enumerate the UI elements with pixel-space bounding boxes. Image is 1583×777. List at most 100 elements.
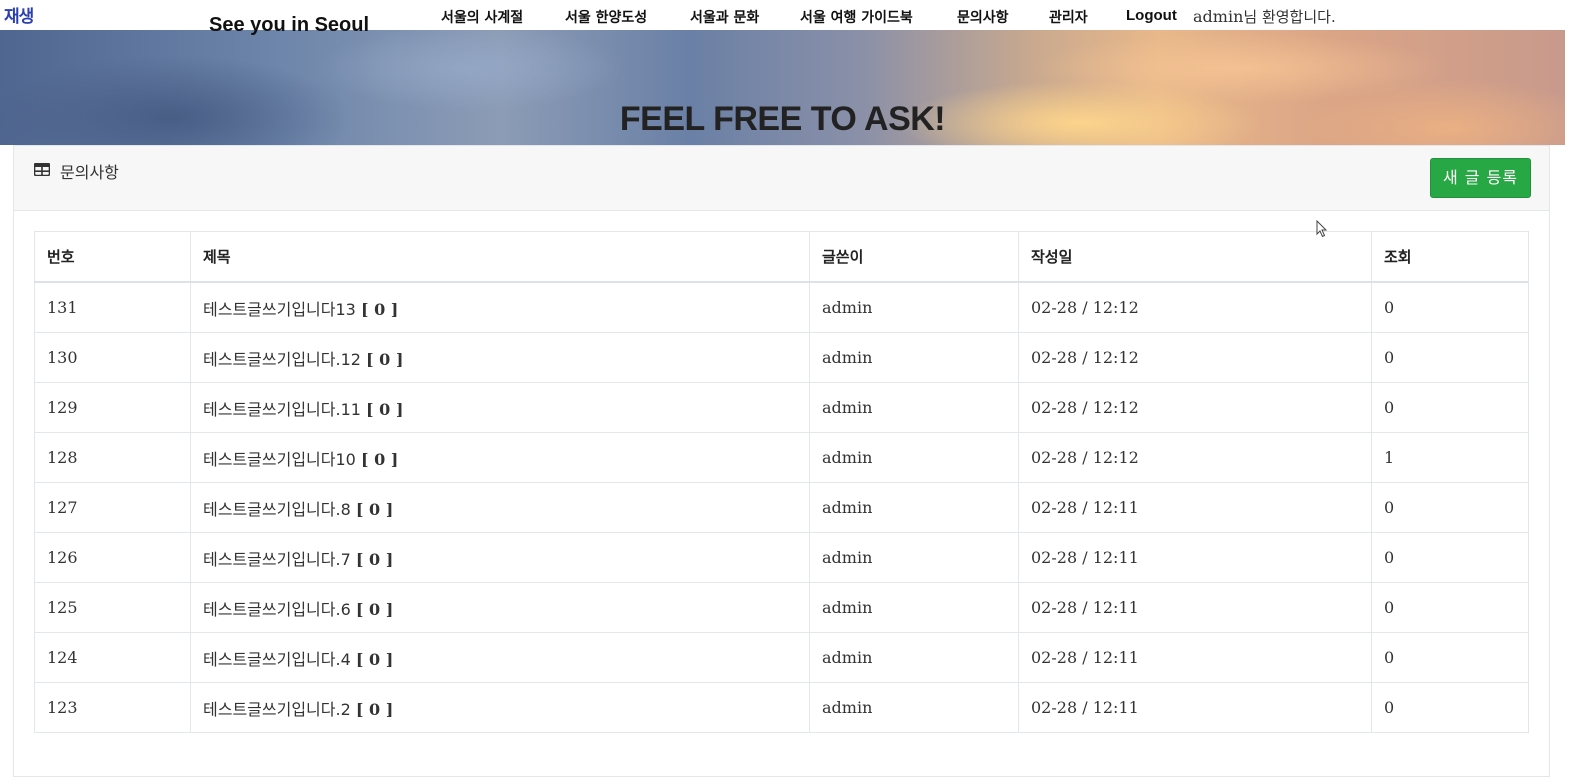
row-views: 0 [1371, 332, 1529, 383]
row-author: admin [809, 582, 1019, 633]
hero-title: FEEL FREE TO ASK! [619, 100, 946, 138]
row-date: 02-28 / 12:11 [1018, 632, 1372, 683]
nav-item-guidebook[interactable]: 서울 여행 가이드북 [800, 7, 913, 27]
row-number: 123 [34, 682, 191, 733]
row-views: 0 [1371, 281, 1529, 333]
mouse-cursor-icon [1316, 220, 1328, 238]
welcome-suffix: 님 환영합니다. [1243, 8, 1336, 26]
row-author: admin [809, 682, 1019, 733]
table-row[interactable]: 129 테스트글쓰기입니다.11 [ 0 ] admin 02-28 / 12:12 0 [34, 382, 1529, 433]
row-title[interactable]: 테스트글쓰기입니다.4 [ 0 ] [190, 632, 810, 683]
brand-title[interactable]: See you in Seoul [209, 14, 369, 37]
column-header-views: 조회 [1371, 231, 1529, 283]
row-date: 02-28 / 12:11 [1018, 532, 1372, 583]
row-date: 02-28 / 12:12 [1018, 332, 1372, 383]
board-card: 문의사항 새 글 등록 번호 제목 글쓴이 작성일 조회 131 테스트글쓰기입니… [13, 145, 1550, 777]
logout-link[interactable]: Logout [1126, 7, 1177, 24]
row-number: 131 [34, 281, 191, 333]
column-header-author: 글쓴이 [809, 231, 1019, 283]
column-header-title: 제목 [190, 231, 810, 283]
row-author: admin [809, 532, 1019, 583]
row-title[interactable]: 테스트글쓰기입니다.7 [ 0 ] [190, 532, 810, 583]
row-views: 0 [1371, 682, 1529, 733]
post-title-link[interactable]: 테스트글쓰기입니다.7 [203, 550, 351, 569]
reply-count: [ 0 ] [355, 649, 394, 669]
table-header-row: 번호 제목 글쓴이 작성일 조회 [34, 231, 1529, 283]
nav-item-admin[interactable]: 관리자 [1049, 7, 1088, 27]
board-title: 문의사항 [60, 163, 119, 182]
replay-badge[interactable]: 재생 [4, 2, 34, 27]
reply-count: [ 0 ] [366, 349, 404, 369]
row-author: admin [809, 482, 1019, 533]
row-author: admin [809, 632, 1019, 683]
top-navbar: 재생 See you in Seoul 서울의 사계절 서울 한양도성 서울과 … [0, 0, 1583, 36]
post-title-link[interactable]: 테스트글쓰기입니다10 [203, 450, 356, 469]
table-icon [34, 163, 50, 176]
row-number: 126 [34, 532, 191, 583]
row-author: admin [809, 432, 1019, 483]
reply-count: [ 0 ] [366, 399, 404, 419]
post-title-link[interactable]: 테스트글쓰기입니다.12 [203, 350, 361, 369]
table-row[interactable]: 123 테스트글쓰기입니다.2 [ 0 ] admin 02-28 / 12:11 0 [34, 682, 1529, 733]
row-date: 02-28 / 12:11 [1018, 582, 1372, 633]
table-row[interactable]: 124 테스트글쓰기입니다.4 [ 0 ] admin 02-28 / 12:11 0 [34, 632, 1529, 683]
row-date: 02-28 / 12:11 [1018, 682, 1372, 733]
row-number: 127 [34, 482, 191, 533]
column-header-number: 번호 [34, 231, 191, 283]
row-number: 124 [34, 632, 191, 683]
column-header-date: 작성일 [1018, 231, 1372, 283]
row-views: 0 [1371, 582, 1529, 633]
nav-item-hanyangdoseong[interactable]: 서울 한양도성 [565, 7, 647, 27]
post-title-link[interactable]: 테스트글쓰기입니다.11 [203, 400, 361, 419]
row-number: 129 [34, 382, 191, 433]
post-title-link[interactable]: 테스트글쓰기입니다.2 [203, 700, 351, 719]
row-title[interactable]: 테스트글쓰기입니다13 [ 0 ] [190, 281, 810, 333]
reply-count: [ 0 ] [355, 599, 394, 619]
reply-count: [ 0 ] [355, 499, 394, 519]
reply-count: [ 0 ] [360, 449, 399, 469]
row-views: 0 [1371, 482, 1529, 533]
row-author: admin [809, 281, 1019, 333]
row-views: 1 [1371, 432, 1529, 483]
row-number: 128 [34, 432, 191, 483]
table-row[interactable]: 128 테스트글쓰기입니다10 [ 0 ] admin 02-28 / 12:12 1 [34, 432, 1529, 483]
row-title[interactable]: 테스트글쓰기입니다.8 [ 0 ] [190, 482, 810, 533]
table-row[interactable]: 130 테스트글쓰기입니다.12 [ 0 ] admin 02-28 / 12:12 0 [34, 332, 1529, 383]
row-title[interactable]: 테스트글쓰기입니다.6 [ 0 ] [190, 582, 810, 633]
row-number: 130 [34, 332, 191, 383]
row-date: 02-28 / 12:12 [1018, 382, 1372, 433]
nav-item-culture[interactable]: 서울과 문화 [690, 7, 759, 27]
row-date: 02-28 / 12:12 [1018, 281, 1372, 333]
nav-item-seasons[interactable]: 서울의 사계절 [441, 7, 523, 27]
post-title-link[interactable]: 테스트글쓰기입니다.4 [203, 650, 351, 669]
row-views: 0 [1371, 382, 1529, 433]
row-views: 0 [1371, 632, 1529, 683]
row-title[interactable]: 테스트글쓰기입니다10 [ 0 ] [190, 432, 810, 483]
hero-banner: FEEL FREE TO ASK! [0, 28, 1565, 145]
row-title[interactable]: 테스트글쓰기입니다.2 [ 0 ] [190, 682, 810, 733]
row-date: 02-28 / 12:11 [1018, 482, 1372, 533]
row-author: admin [809, 332, 1019, 383]
nav-item-inquiry[interactable]: 문의사항 [957, 7, 1009, 27]
row-number: 125 [34, 582, 191, 633]
row-title[interactable]: 테스트글쓰기입니다.11 [ 0 ] [190, 382, 810, 433]
row-views: 0 [1371, 532, 1529, 583]
board-card-header: 문의사항 새 글 등록 [14, 146, 1549, 211]
reply-count: [ 0 ] [355, 699, 394, 719]
table-row[interactable]: 126 테스트글쓰기입니다.7 [ 0 ] admin 02-28 / 12:11 0 [34, 532, 1529, 583]
welcome-message: admin님 환영합니다. [1193, 6, 1336, 27]
table-row[interactable]: 127 테스트글쓰기입니다.8 [ 0 ] admin 02-28 / 12:11 0 [34, 482, 1529, 533]
post-title-link[interactable]: 테스트글쓰기입니다13 [203, 300, 356, 319]
row-date: 02-28 / 12:12 [1018, 432, 1372, 483]
row-title[interactable]: 테스트글쓰기입니다.12 [ 0 ] [190, 332, 810, 383]
welcome-user: admin [1193, 7, 1244, 26]
post-title-link[interactable]: 테스트글쓰기입니다.6 [203, 600, 351, 619]
new-post-button[interactable]: 새 글 등록 [1430, 158, 1531, 198]
table-row[interactable]: 125 테스트글쓰기입니다.6 [ 0 ] admin 02-28 / 12:11 0 [34, 582, 1529, 633]
inquiry-table: 번호 제목 글쓴이 작성일 조회 131 테스트글쓰기입니다13 [ 0 ] adm… [34, 231, 1529, 733]
post-title-link[interactable]: 테스트글쓰기입니다.8 [203, 500, 351, 519]
reply-count: [ 0 ] [355, 549, 394, 569]
table-row[interactable]: 131 테스트글쓰기입니다13 [ 0 ] admin 02-28 / 12:12 0 [34, 281, 1529, 333]
row-author: admin [809, 382, 1019, 433]
reply-count: [ 0 ] [360, 299, 399, 319]
